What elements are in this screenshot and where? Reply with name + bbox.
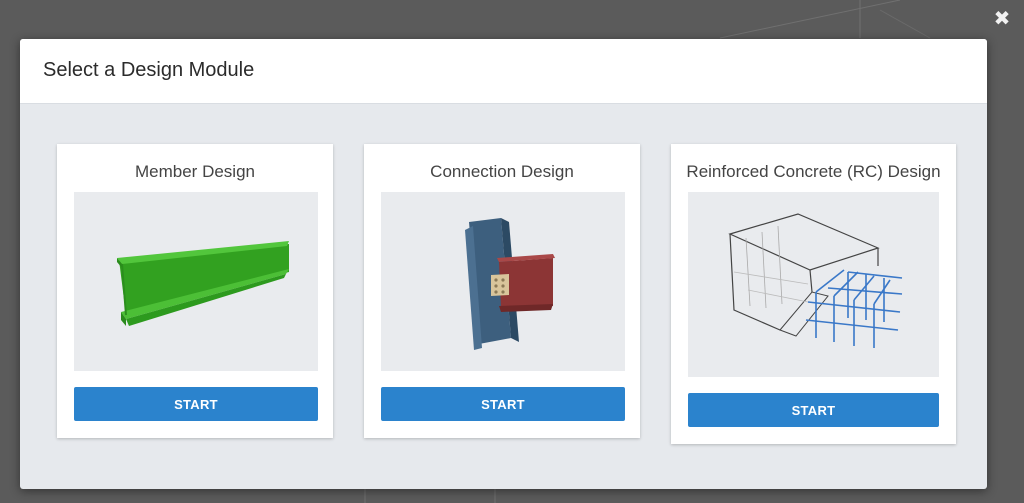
- close-icon[interactable]: ✖: [992, 9, 1012, 29]
- member-design-card: Member Design START: [57, 144, 333, 438]
- rc-design-card: Reinforced Concrete (RC) Design START: [671, 144, 956, 444]
- dialog-header: Select a Design Module: [20, 39, 987, 104]
- connection-design-start-button[interactable]: START: [381, 387, 625, 421]
- card-title: Connection Design: [430, 162, 574, 181]
- rc-design-start-button[interactable]: START: [688, 393, 939, 427]
- card-title: Member Design: [135, 162, 255, 181]
- rc-reinforcement-cage-image: [688, 192, 939, 377]
- connection-design-card: Connection Design START: [364, 144, 640, 438]
- card-title: Reinforced Concrete (RC) Design: [686, 162, 941, 181]
- dialog-title: Select a Design Module: [43, 59, 255, 81]
- design-module-dialog: Select a Design Module Member Design STA…: [20, 39, 987, 489]
- steel-connection-image: [381, 192, 625, 371]
- member-design-start-button[interactable]: START: [74, 387, 318, 421]
- steel-i-beam-image: [74, 192, 318, 371]
